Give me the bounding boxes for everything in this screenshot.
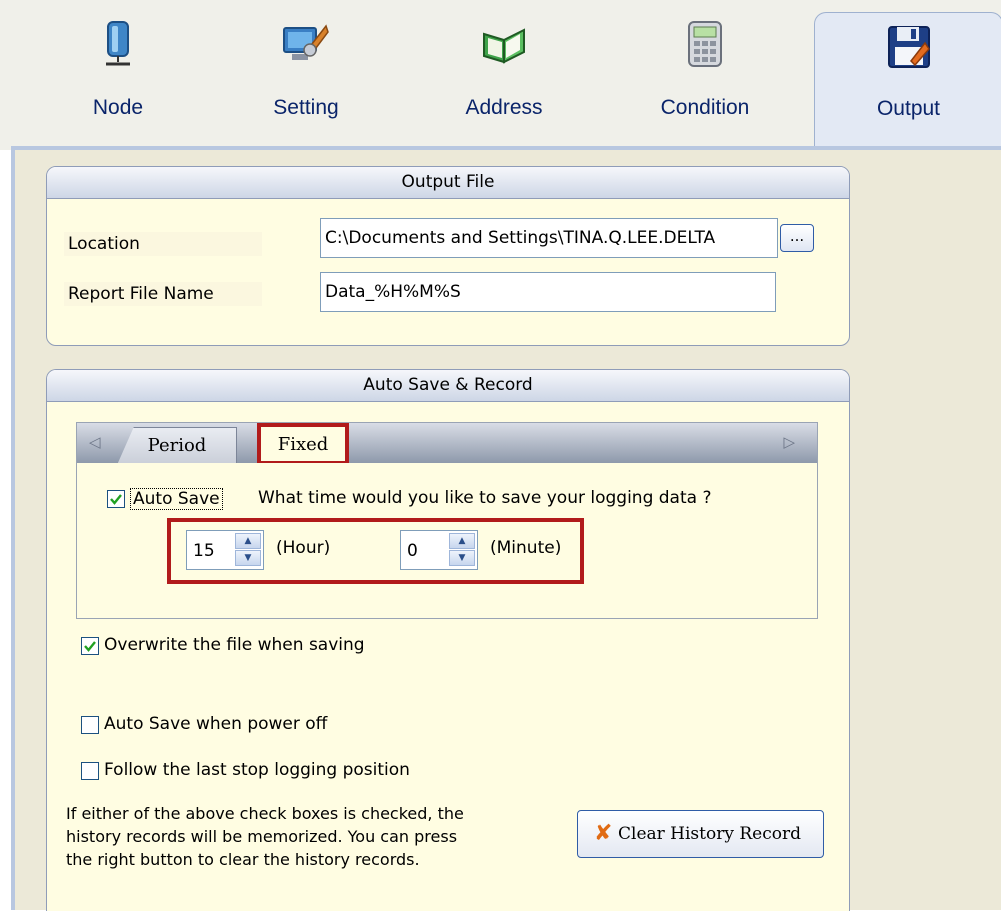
tab-label: Setting: [273, 96, 339, 119]
minute-unit-label: (Minute): [490, 538, 562, 558]
overwrite-checkbox[interactable]: [81, 637, 99, 655]
scroll-left-icon[interactable]: ◁: [89, 433, 101, 451]
power-off-label[interactable]: Auto Save when power off: [104, 714, 327, 734]
power-off-checkbox[interactable]: [81, 716, 99, 734]
hour-spinner[interactable]: 15 ▲ ▼: [186, 530, 264, 570]
auto-save-label[interactable]: Auto Save: [130, 488, 223, 510]
tab-node[interactable]: Node: [58, 10, 178, 150]
tab-label: Node: [92, 96, 144, 119]
browse-button[interactable]: ...: [780, 224, 814, 252]
tab-label: Condition: [660, 96, 750, 119]
minute-spinner[interactable]: 0 ▲ ▼: [400, 530, 478, 570]
tab-period[interactable]: Period: [117, 427, 237, 465]
calculator-icon: [688, 21, 722, 67]
follow-position-checkbox[interactable]: [81, 762, 99, 780]
tab-label: Output: [876, 97, 941, 120]
history-note: If either of the above check boxes is ch…: [66, 802, 566, 871]
tab-label: Address: [465, 96, 543, 119]
scroll-right-icon[interactable]: ▷: [783, 433, 795, 451]
chevron-down-icon: ▼: [244, 553, 252, 563]
tab-condition[interactable]: Condition: [640, 10, 770, 150]
server-node-icon: [106, 21, 130, 66]
report-file-name-input[interactable]: Data_%H%M%S: [320, 272, 776, 312]
save-time-question: What time would you like to save your lo…: [258, 488, 712, 508]
floppy-disk-icon: [887, 26, 930, 68]
hour-up-button[interactable]: ▲: [235, 533, 261, 549]
clear-history-button[interactable]: ✘ Clear History Record: [577, 810, 824, 858]
minute-value: 0: [407, 541, 418, 561]
group-title: Output File: [47, 167, 849, 199]
clear-history-label: Clear History Record: [618, 824, 801, 844]
tab-address[interactable]: Address: [444, 10, 564, 150]
tab-setting[interactable]: Setting: [246, 10, 366, 150]
follow-position-label[interactable]: Follow the last stop logging position: [104, 760, 410, 780]
tab-output[interactable]: Output: [814, 12, 1001, 153]
group-title: Auto Save & Record: [47, 370, 849, 402]
close-x-icon: ✘: [594, 821, 613, 846]
note-line: the right button to clear the history re…: [66, 850, 420, 869]
minute-down-button[interactable]: ▼: [449, 550, 475, 566]
main-tab-strip: Node Setting Address Condition Output: [0, 0, 1001, 153]
tab-fixed[interactable]: Fixed: [257, 423, 349, 465]
location-input[interactable]: C:\Documents and Settings\TINA.Q.LEE.DEL…: [320, 218, 778, 258]
chevron-down-icon: ▼: [458, 553, 466, 563]
checkmark-icon: [110, 494, 122, 505]
hour-unit-label: (Hour): [276, 538, 331, 558]
chevron-up-icon: ▲: [458, 536, 466, 546]
checkmark-icon: [84, 641, 96, 652]
overwrite-label[interactable]: Overwrite the file when saving: [104, 635, 365, 655]
report-file-name-label: Report File Name: [64, 282, 262, 306]
auto-save-checkbox[interactable]: [107, 490, 125, 508]
open-book-icon: [483, 28, 525, 64]
note-line: If either of the above check boxes is ch…: [66, 804, 464, 823]
minute-up-button[interactable]: ▲: [449, 533, 475, 549]
note-line: history records will be memorized. You c…: [66, 827, 458, 846]
location-label: Location: [64, 232, 262, 256]
hour-value: 15: [193, 541, 215, 561]
hour-down-button[interactable]: ▼: [235, 550, 261, 566]
schedule-tab-strip: ◁ Period Fixed ▷: [76, 422, 818, 465]
computer-wrench-icon: [283, 24, 329, 60]
chevron-up-icon: ▲: [244, 536, 252, 546]
